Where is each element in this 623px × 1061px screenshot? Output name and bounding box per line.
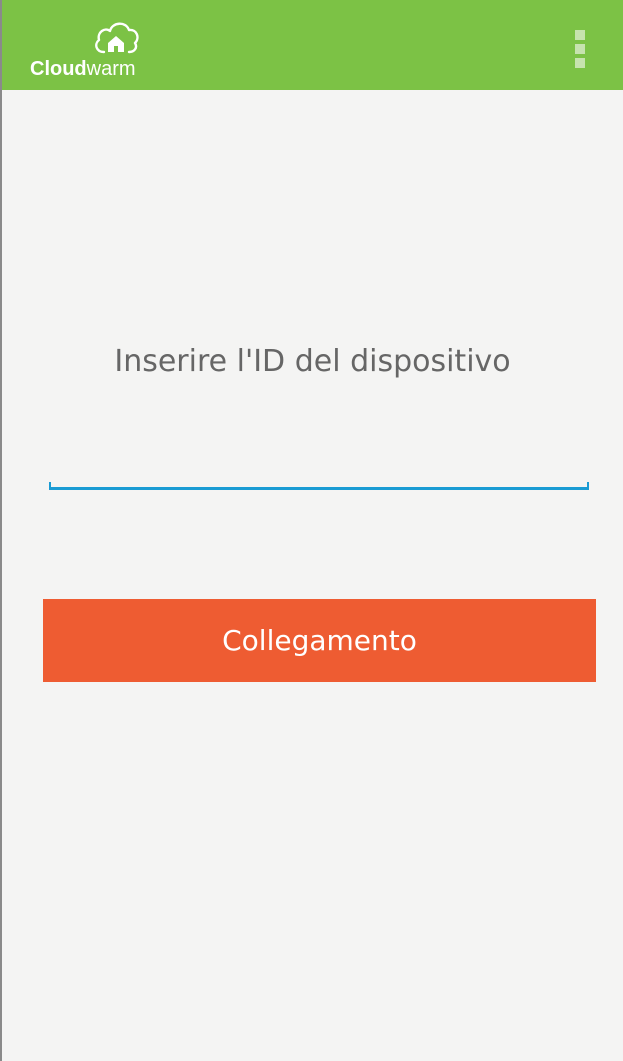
device-id-input[interactable] bbox=[49, 440, 589, 490]
app-bar: Cloudwarm bbox=[2, 0, 623, 90]
cloudwarm-logo: Cloudwarm bbox=[24, 18, 154, 80]
menu-dot bbox=[575, 58, 585, 68]
cloud-house-icon bbox=[95, 22, 139, 54]
menu-dot bbox=[575, 30, 585, 40]
logo-text-light: warm bbox=[86, 58, 136, 80]
menu-dot bbox=[575, 44, 585, 54]
input-underline bbox=[49, 487, 589, 490]
logo-text: Cloudwarm bbox=[30, 58, 136, 80]
screen: Cloudwarm Inserire l'ID del dispositivo … bbox=[0, 0, 623, 1061]
logo-text-bold: Cloud bbox=[30, 58, 87, 80]
device-id-prompt: Inserire l'ID del dispositivo bbox=[114, 344, 511, 379]
overflow-menu-icon[interactable] bbox=[568, 28, 592, 70]
connect-button[interactable]: Collegamento bbox=[43, 599, 596, 682]
